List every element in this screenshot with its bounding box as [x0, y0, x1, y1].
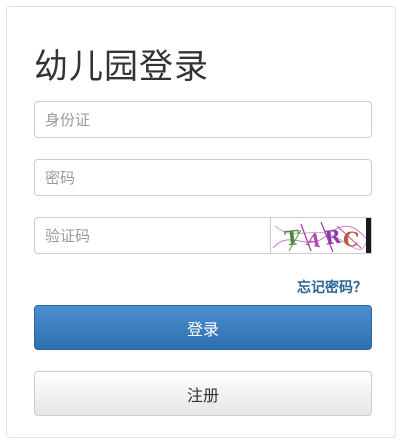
svg-text:T: T: [284, 225, 301, 250]
captcha-image[interactable]: T A R C: [271, 217, 372, 254]
svg-text:R: R: [324, 226, 343, 250]
captcha-graphic: T A R C: [271, 218, 371, 253]
captcha-input[interactable]: [34, 217, 271, 254]
page-title: 幼儿园登录: [34, 47, 209, 87]
login-button[interactable]: 登录: [34, 305, 372, 350]
password-input[interactable]: [34, 159, 372, 196]
login-panel: 幼儿园登录 T A R C: [6, 6, 396, 438]
id-card-input[interactable]: [34, 101, 372, 138]
register-button[interactable]: 注册: [34, 371, 372, 416]
captcha-row: T A R C: [34, 217, 372, 254]
forgot-password-link[interactable]: 忘记密码？: [297, 277, 367, 297]
